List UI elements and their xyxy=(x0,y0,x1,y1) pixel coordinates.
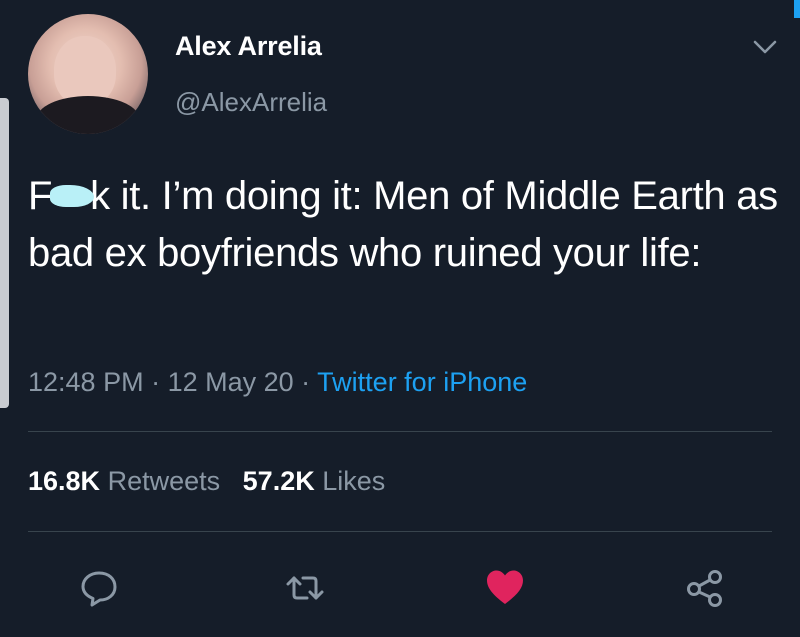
meta-separator: · xyxy=(143,367,168,397)
meta-separator: · xyxy=(293,367,318,397)
display-name[interactable]: Alex Arrelia xyxy=(175,31,322,62)
likes-stat[interactable]: 57.2K Likes xyxy=(243,466,386,496)
accent-mark xyxy=(794,0,800,18)
retweets-count: 16.8K xyxy=(28,466,101,496)
tweet-text: Fk it. I’m doing it: Men of Middle Earth… xyxy=(28,168,788,282)
likes-label: Likes xyxy=(322,466,386,496)
tweet-text-rest: k it. I’m doing it: Men of Middle Earth … xyxy=(28,174,778,275)
censor-scribble xyxy=(50,185,95,208)
avatar-shirt xyxy=(36,96,140,134)
share-icon[interactable] xyxy=(685,568,725,608)
retweets-stat[interactable]: 16.8K Retweets xyxy=(28,466,220,496)
window-edge xyxy=(0,98,9,408)
tweet-date: 12 May 20 xyxy=(167,367,294,397)
chevron-down-icon[interactable] xyxy=(752,38,778,56)
divider xyxy=(28,431,772,432)
likes-count: 57.2K xyxy=(242,466,315,496)
divider xyxy=(28,531,772,532)
tweet-source-link[interactable]: Twitter for iPhone xyxy=(317,367,527,397)
tweet-stats: 16.8K Retweets 57.2K Likes xyxy=(28,466,385,497)
comment-icon[interactable] xyxy=(79,568,119,608)
avatar[interactable] xyxy=(28,14,148,134)
tweet-time: 12:48 PM xyxy=(28,367,144,397)
retweets-label: Retweets xyxy=(107,466,221,496)
user-handle[interactable]: @AlexArrelia xyxy=(175,87,327,118)
heart-icon[interactable] xyxy=(485,568,525,608)
tweet-text-start: F xyxy=(28,174,53,218)
tweet-meta: 12:48 PM · 12 May 20 · Twitter for iPhon… xyxy=(28,367,527,398)
retweet-icon[interactable] xyxy=(285,568,325,608)
